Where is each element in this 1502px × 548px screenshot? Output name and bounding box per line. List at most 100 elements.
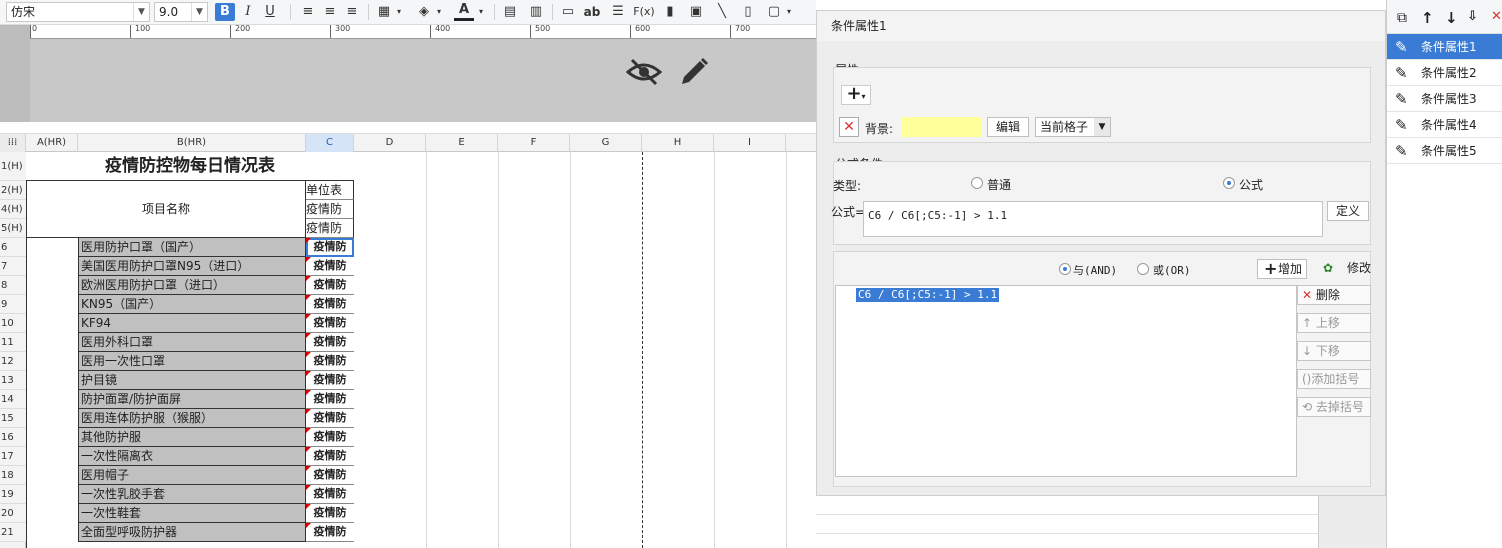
font-name-select[interactable]: 仿宋 ▼ [6, 2, 150, 22]
eye-off-icon[interactable] [626, 56, 662, 88]
font-color-icon[interactable]: A [454, 3, 474, 21]
frame-icon[interactable]: ▯ [738, 3, 758, 21]
row-header[interactable]: 12 [0, 352, 26, 371]
c-cell[interactable]: 疫情防 [306, 333, 354, 352]
row-header[interactable]: 11 [0, 333, 26, 352]
row-header[interactable]: 16 [0, 428, 26, 447]
row-header[interactable]: 1(H) [0, 152, 26, 181]
align-left-icon[interactable]: ≡ [298, 3, 318, 21]
chart-icon[interactable]: ▮ [660, 3, 680, 21]
image-icon[interactable]: ▣ [686, 3, 706, 21]
row-header[interactable]: 8 [0, 276, 26, 295]
c-cell[interactable]: 疫情防 [306, 504, 354, 523]
modify-button[interactable]: ✿ 修改 [1321, 259, 1371, 279]
chevron-down-icon[interactable]: ▾ [394, 3, 404, 21]
item-name-cell[interactable]: 一次性隔离衣 [78, 447, 306, 466]
formula-icon[interactable]: F(x) [632, 3, 656, 21]
c-cell[interactable]: 疫情防 [306, 523, 354, 542]
row-header[interactable]: 2(H) [0, 181, 26, 200]
column-header-i[interactable]: I [714, 134, 786, 152]
c-cell[interactable]: 疫情防 [306, 371, 354, 390]
fill-color-icon[interactable]: ◈ [414, 3, 434, 21]
row-header[interactable]: 18 [0, 466, 26, 485]
chevron-down-icon[interactable]: ▾ [476, 3, 486, 21]
move-up-button[interactable]: ↑ 上移 [1297, 313, 1371, 333]
italic-button[interactable]: I [238, 3, 258, 21]
c-cell[interactable]: 疫情防 [306, 238, 354, 257]
align-right-icon[interactable]: ≡ [342, 3, 362, 21]
pencil-icon[interactable] [678, 56, 710, 88]
c-cell[interactable]: 疫情防 [306, 485, 354, 504]
add-attribute-button[interactable]: +▾ [841, 85, 871, 105]
column-header-a[interactable]: A(HR) [26, 134, 78, 152]
condition-list-item[interactable]: ✎ 条件属性3 [1387, 86, 1502, 112]
row-header[interactable]: 9 [0, 295, 26, 314]
bold-button[interactable]: B [215, 3, 235, 21]
arrow-up-icon[interactable]: ↑ [1421, 9, 1434, 27]
row-header[interactable]: 10 [0, 314, 26, 333]
item-name-cell[interactable]: 医用一次性口罩 [78, 352, 306, 371]
close-icon[interactable]: ✕ [839, 117, 859, 137]
condition-list[interactable]: C6 / C6[;C5:-1] > 1.1 [835, 285, 1297, 477]
row-header[interactable]: 4(H) [0, 200, 26, 219]
sort-icon[interactable]: ⇩ [1467, 9, 1478, 24]
c-cell[interactable]: 疫情防 [306, 352, 354, 371]
arrow-down-icon[interactable]: ↓ [1445, 9, 1458, 27]
c-cell[interactable]: 疫情防 [306, 409, 354, 428]
insert-row-icon[interactable]: ▭ [558, 3, 578, 21]
column-header-d[interactable]: D [354, 134, 426, 152]
remove-bracket-button[interactable]: ⟲ 去掉括号 [1297, 397, 1371, 417]
paragraph-icon[interactable]: ☰ [608, 3, 628, 21]
background-color-swatch[interactable] [901, 117, 981, 137]
text-icon[interactable]: ab [582, 3, 602, 21]
condition-list-item[interactable]: ✎ 条件属性2 [1387, 60, 1502, 86]
chevron-down-icon[interactable]: ▾ [784, 3, 794, 21]
row-header[interactable]: 6 [0, 238, 26, 257]
scope-select[interactable]: 当前格子 ▼ [1035, 117, 1111, 137]
item-name-cell[interactable]: 美国医用防护口罩N95（进口） [78, 257, 306, 276]
align-center-icon[interactable]: ≡ [320, 3, 340, 21]
row-header[interactable]: 7 [0, 257, 26, 276]
add-bracket-button[interactable]: ()添加括号 [1297, 369, 1371, 389]
c-cell[interactable]: 疫情防 [306, 314, 354, 333]
item-name-cell[interactable]: KF94 [78, 314, 306, 333]
c-cell[interactable]: 疫情防 [306, 276, 354, 295]
column-header-e[interactable]: E [426, 134, 498, 152]
edit-button[interactable]: 编辑 [987, 117, 1029, 137]
item-name-cell[interactable]: 其他防护服 [78, 428, 306, 447]
row-header[interactable]: 5(H) [0, 219, 26, 238]
font-size-select[interactable]: 9.0 ▼ [154, 2, 208, 22]
row-header[interactable]: 21 [0, 523, 26, 542]
chevron-down-icon[interactable]: ▾ [434, 3, 444, 21]
condition-list-item[interactable]: ✎ 条件属性5 [1387, 138, 1502, 164]
item-name-cell[interactable]: 防护面罩/防护面屏 [78, 390, 306, 409]
copy-icon[interactable]: ⧉ [1397, 10, 1407, 26]
border-icon[interactable]: ▦ [374, 3, 394, 21]
column-header-f[interactable]: F [498, 134, 570, 152]
or-radio[interactable] [1137, 263, 1149, 275]
condition-list-item[interactable]: ✎ 条件属性1 [1387, 34, 1502, 60]
underline-button[interactable]: U [260, 3, 280, 21]
item-name-cell[interactable]: 欧洲医用防护口罩（进口） [78, 276, 306, 295]
select-all-icon[interactable]: ⁞⁞⁞ [0, 134, 26, 152]
c-cell[interactable]: 疫情防 [306, 447, 354, 466]
item-name-cell[interactable]: 一次性鞋套 [78, 504, 306, 523]
unmerge-cells-icon[interactable]: ▥ [526, 3, 546, 21]
item-name-cell[interactable]: 医用外科口罩 [78, 333, 306, 352]
column-header-g[interactable]: G [570, 134, 642, 152]
row-header[interactable]: 20 [0, 504, 26, 523]
c-cell[interactable]: 疫情防 [306, 257, 354, 276]
close-icon[interactable]: ✕ [1491, 9, 1502, 24]
and-radio[interactable] [1059, 263, 1071, 275]
type-normal-radio[interactable] [971, 177, 983, 189]
c-cell[interactable]: 疫情防 [306, 295, 354, 314]
c-cell[interactable]: 疫情防 [306, 466, 354, 485]
delete-button[interactable]: ✕ 删除 [1297, 285, 1371, 305]
formula-input[interactable]: C6 / C6[;C5:-1] > 1.1 [863, 201, 1323, 237]
merge-cells-icon[interactable]: ▤ [500, 3, 520, 21]
move-down-button[interactable]: ↓ 下移 [1297, 341, 1371, 361]
row-header[interactable]: 13 [0, 371, 26, 390]
item-name-cell[interactable]: KN95（国产） [78, 295, 306, 314]
row-header[interactable]: 15 [0, 409, 26, 428]
row-header[interactable]: 19 [0, 485, 26, 504]
